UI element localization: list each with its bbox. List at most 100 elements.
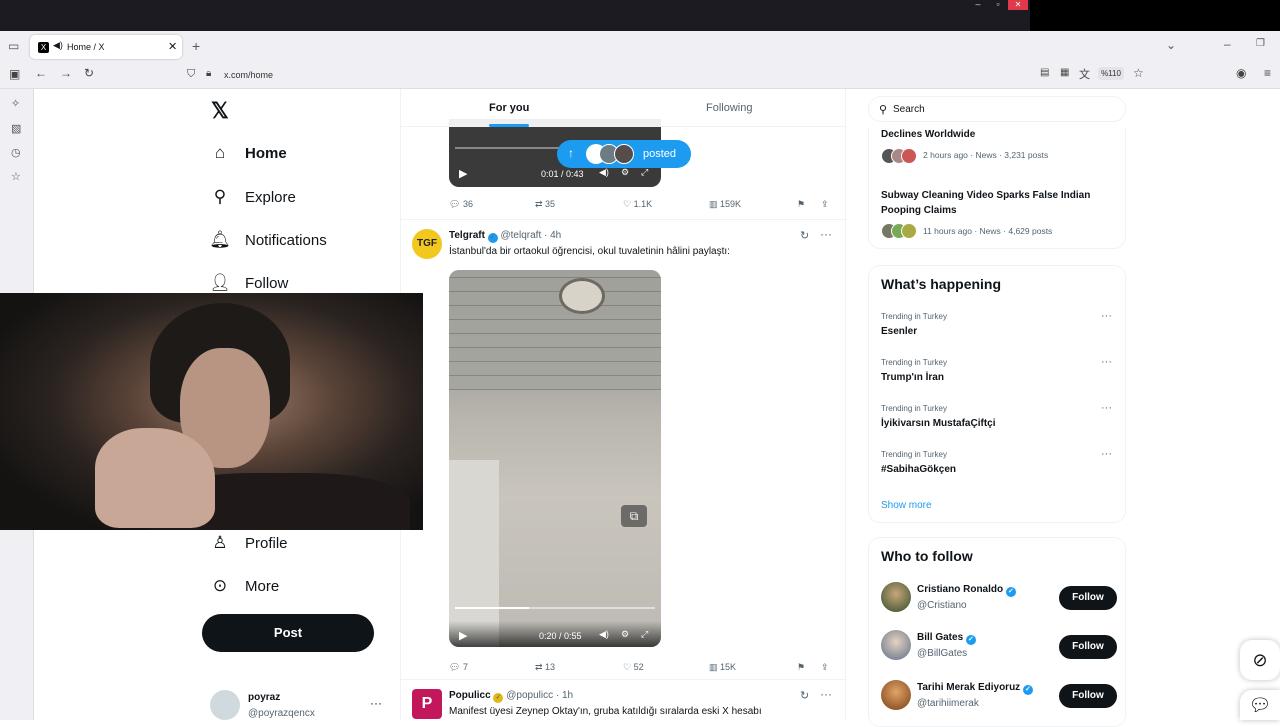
suggestion-handle[interactable]: @BillGates xyxy=(917,648,967,659)
suggestion-handle[interactable]: @Cristiano xyxy=(917,600,967,611)
reload-icon[interactable]: ↻ xyxy=(84,66,94,80)
settings-icon[interactable]: ⚙ xyxy=(621,629,629,640)
follow-button[interactable]: Follow xyxy=(1059,684,1117,708)
sidebar-toggle-icon[interactable]: ▣ xyxy=(9,67,20,81)
trend-name[interactable]: #SabihaGökçen xyxy=(881,464,956,475)
suggestion-name[interactable]: Cristiano Ronaldo ✓ xyxy=(917,584,1016,597)
follow-button[interactable]: Follow xyxy=(1059,635,1117,659)
play-icon[interactable]: ▶ xyxy=(459,629,467,642)
lock-icon[interactable]: 🔒︎ xyxy=(206,68,211,79)
maximize-icon[interactable]: ▫ xyxy=(988,0,1008,10)
suggestion-name[interactable]: Bill Gates ✓ xyxy=(917,632,976,645)
back-icon[interactable]: ← xyxy=(35,66,47,80)
nav-explore[interactable]: ⚲ Explore xyxy=(209,182,296,212)
browser-tab[interactable]: X ◀) Home / X ✕ xyxy=(30,35,182,59)
trend-more-icon[interactable]: ··· xyxy=(1101,448,1112,460)
grok-icon[interactable]: ↻ xyxy=(800,689,809,702)
nav-notifications[interactable]: 🔔︎ Notifications xyxy=(209,225,327,255)
like-button[interactable]: ♡ 1.1K xyxy=(623,199,652,210)
nav-profile[interactable]: ♙ Profile xyxy=(209,528,287,558)
trend-name[interactable]: İyikivarsın MustafaÇiftçi xyxy=(881,418,995,429)
news-title[interactable]: Declines Worldwide xyxy=(881,127,1121,142)
post-more-icon[interactable]: ··· xyxy=(820,687,832,701)
grok-icon[interactable]: ↻ xyxy=(800,229,809,242)
post-time[interactable]: · 1h xyxy=(556,690,573,701)
post-button[interactable]: Post xyxy=(202,614,374,652)
play-icon[interactable]: ▶ xyxy=(459,167,467,180)
tab-overview-icon[interactable]: ▭ xyxy=(8,39,19,53)
video-player[interactable]: ⧉ ▶ 0:20 / 0:55 ◀) ⚙ ⤢ xyxy=(449,270,661,647)
account-menu-icon[interactable]: ··· xyxy=(370,696,382,710)
url-text[interactable]: x.com/home xyxy=(224,70,273,80)
x-logo-icon[interactable]: 𝕏 xyxy=(211,98,229,124)
show-more-link[interactable]: Show more xyxy=(881,500,932,511)
share-icon[interactable]: ⇪ xyxy=(821,199,829,210)
reply-button[interactable]: 💬︎ 7 xyxy=(449,662,468,673)
bookmark-icon[interactable]: ⚑ xyxy=(797,199,805,210)
suggestion-name[interactable]: Tarihi Merak Ediyoruz ✓ xyxy=(917,682,1033,695)
share-icon[interactable]: ⇪ xyxy=(821,662,829,673)
account-switcher[interactable]: poyraz @poyrazqencx ··· xyxy=(210,690,390,720)
avatar[interactable] xyxy=(881,582,911,612)
tab-list-chevron-icon[interactable]: ⌄ xyxy=(1166,38,1176,52)
messages-icon[interactable]: 💬︎ xyxy=(1240,690,1280,720)
fullscreen-icon[interactable]: ⤢ xyxy=(641,629,648,640)
volume-icon[interactable]: ◀) xyxy=(599,167,609,178)
new-posts-pill[interactable]: ↑ posted xyxy=(557,140,691,168)
post[interactable]: TGF Telgraft ✓ @telqraft · 4h ↻ ··· İsta… xyxy=(412,227,837,689)
post-handle[interactable]: @populicc xyxy=(506,690,553,701)
reply-button[interactable]: 💬︎ 36 xyxy=(449,199,473,210)
trend-name[interactable]: Trump'ın İran xyxy=(881,372,944,383)
new-tab-icon[interactable]: + xyxy=(192,38,200,54)
views-button[interactable]: ▥ 15K xyxy=(709,662,736,673)
tab-following[interactable]: Following xyxy=(706,102,752,114)
trend-more-icon[interactable]: ··· xyxy=(1101,356,1112,368)
speaker-icon[interactable]: ◀) xyxy=(53,40,63,51)
settings-icon[interactable]: ⚙ xyxy=(621,167,629,178)
avatar[interactable]: P xyxy=(412,689,442,719)
search-input[interactable]: ⚲ Search xyxy=(868,96,1126,122)
bookmarks-icon[interactable]: ☆ xyxy=(11,170,21,183)
post-handle[interactable]: @telqraft xyxy=(501,230,542,241)
avatar[interactable] xyxy=(881,630,911,660)
fullscreen-icon[interactable]: ⤢ xyxy=(641,167,648,178)
restore-browser-icon[interactable]: ❐ xyxy=(1256,38,1265,49)
trend-name[interactable]: Esenler xyxy=(881,326,917,337)
bookmark-icon[interactable]: ⚑ xyxy=(797,662,805,673)
history-icon[interactable]: ◷ xyxy=(11,146,21,159)
repost-button[interactable]: ⇄ 13 xyxy=(535,662,555,673)
trend-more-icon[interactable]: ··· xyxy=(1101,310,1112,322)
post-more-icon[interactable]: ··· xyxy=(820,227,832,241)
views-button[interactable]: ▥ 159K xyxy=(709,199,741,210)
post[interactable]: P Populicc ✓ @populicc · 1h ↻ ··· Manife… xyxy=(412,687,837,720)
url-bar[interactable]: ⛉ 🔒︎ x.com/home xyxy=(178,63,1154,87)
avatar[interactable]: TGF xyxy=(412,229,442,259)
reader-view-icon[interactable]: ▤ xyxy=(1040,67,1049,78)
volume-icon[interactable]: ◀) xyxy=(599,629,609,640)
screenshot-icon[interactable]: ▦ xyxy=(1060,67,1069,78)
post-time[interactable]: · 4h xyxy=(544,230,561,241)
minimize-browser-icon[interactable]: – xyxy=(1224,37,1231,51)
close-tab-icon[interactable]: ✕ xyxy=(168,40,177,53)
shield-icon[interactable]: ⛉ xyxy=(187,68,195,81)
synced-tabs-icon[interactable]: ▧ xyxy=(11,122,21,135)
tab-for-you[interactable]: For you xyxy=(489,102,529,114)
close-window-icon[interactable]: ✕ xyxy=(1008,0,1028,10)
avatar[interactable] xyxy=(881,680,911,710)
post-author[interactable]: Telgraft xyxy=(449,230,485,241)
bookmark-star-icon[interactable]: ☆ xyxy=(1133,66,1144,80)
zoom-level[interactable]: %110 xyxy=(1098,67,1124,80)
nav-home[interactable]: ⌂ Home xyxy=(209,138,287,168)
nav-more[interactable]: ⊙ More xyxy=(209,571,279,601)
grok-icon[interactable]: ⊘ xyxy=(1240,640,1280,680)
ai-chat-icon[interactable]: ✧ xyxy=(11,97,20,110)
translate-icon[interactable]: 文 xyxy=(1079,66,1090,82)
follow-button[interactable]: Follow xyxy=(1059,586,1117,610)
news-title[interactable]: Subway Cleaning Video Sparks False India… xyxy=(881,188,1121,218)
forward-icon[interactable]: → xyxy=(60,66,72,80)
repost-button[interactable]: ⇄ 35 xyxy=(535,199,555,210)
account-icon[interactable]: ◉ xyxy=(1236,66,1246,80)
like-button[interactable]: ♡ 52 xyxy=(623,662,644,673)
suggestion-handle[interactable]: @tarihiimerak xyxy=(917,698,979,709)
minimize-icon[interactable]: – xyxy=(968,0,988,10)
